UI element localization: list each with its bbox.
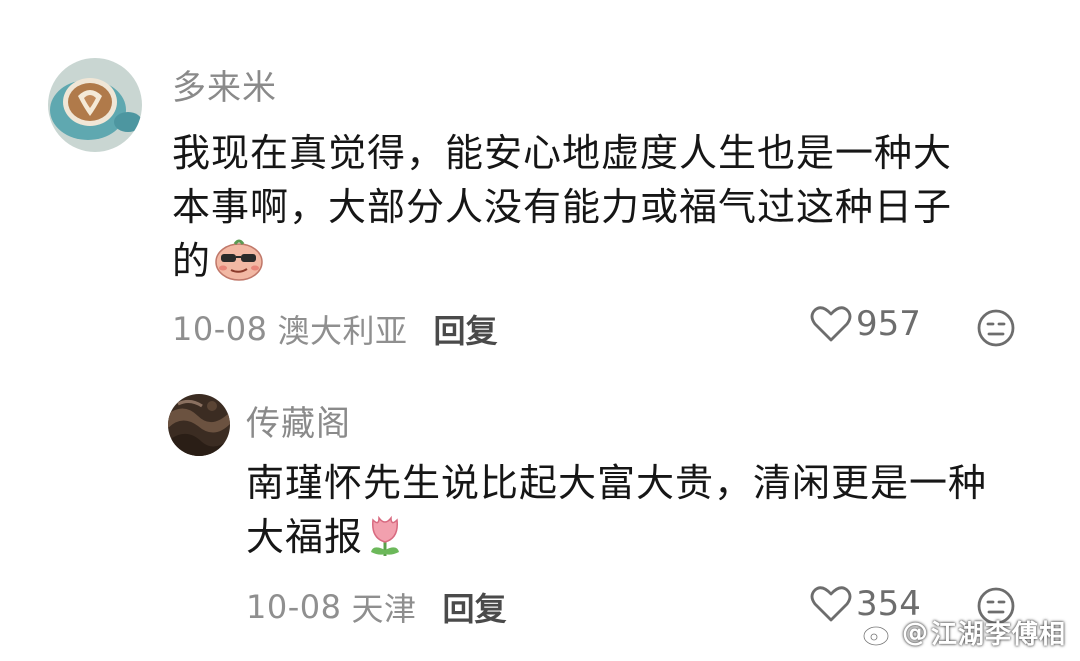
username[interactable]: 多来米 (172, 60, 277, 109)
latte-art-avatar-icon (48, 58, 142, 152)
comment-line: 南瑾怀先生说比起大富大贵，清闲更是一种 (246, 461, 988, 505)
avatar[interactable] (168, 394, 230, 456)
at-sign: @ (901, 617, 929, 648)
weibo-icon (862, 621, 895, 646)
heart-icon (810, 586, 852, 622)
comment-date: 10-08 (172, 310, 268, 348)
avatar[interactable] (48, 58, 142, 152)
comment-line-text: 本事啊，大部分人没有能力或福气过这种日子 (172, 185, 953, 229)
like-button[interactable]: 957 (810, 304, 921, 344)
comment-line: 本事啊，大部分人没有能力或福气过这种日子 (172, 180, 952, 234)
stone-texture-avatar-icon (168, 394, 230, 456)
username[interactable]: 传藏阁 (246, 396, 351, 445)
comment-location: 澳大利亚 (277, 312, 408, 350)
comment-line-text: 的 (172, 239, 212, 283)
comment-text: 我现在真觉得，能安心地虚度人生也是一种大 本事啊，大部分人没有能力或福气过这种日… (172, 126, 952, 296)
watermark: @ 江湖李傅相 (862, 614, 1066, 651)
reply-button[interactable]: 回复 (443, 584, 507, 630)
smug-face-emoji-icon (213, 236, 265, 296)
neutral-face-icon (977, 309, 1015, 347)
comment-line: 大福报 (246, 510, 987, 572)
dislike-button[interactable] (976, 308, 1016, 348)
comment-location: 天津 (351, 590, 417, 628)
comment-date: 10-08 (246, 588, 342, 626)
comment-meta: 10-08 天津 回复 (246, 584, 507, 630)
heart-icon (810, 306, 852, 342)
comment-meta: 10-08 澳大利亚 回复 (172, 306, 498, 352)
comment-line-text: 大福报 (246, 515, 364, 559)
tulip-emoji-icon (365, 514, 405, 572)
watermark-text: 江湖李傅相 (930, 620, 1066, 650)
comment-line: 的 (172, 234, 952, 296)
like-count: 957 (856, 304, 921, 344)
reply-button[interactable]: 回复 (434, 306, 498, 352)
comment-thread: 多来米 我现在真觉得，能安心地虚度人生也是一种大 本事啊，大部分人没有能力或福气… (0, 0, 1080, 661)
comment-line: 我现在真觉得，能安心地虚度人生也是一种大 (172, 131, 953, 175)
comment-text: 南瑾怀先生说比起大富大贵，清闲更是一种 大福报 (246, 456, 987, 572)
